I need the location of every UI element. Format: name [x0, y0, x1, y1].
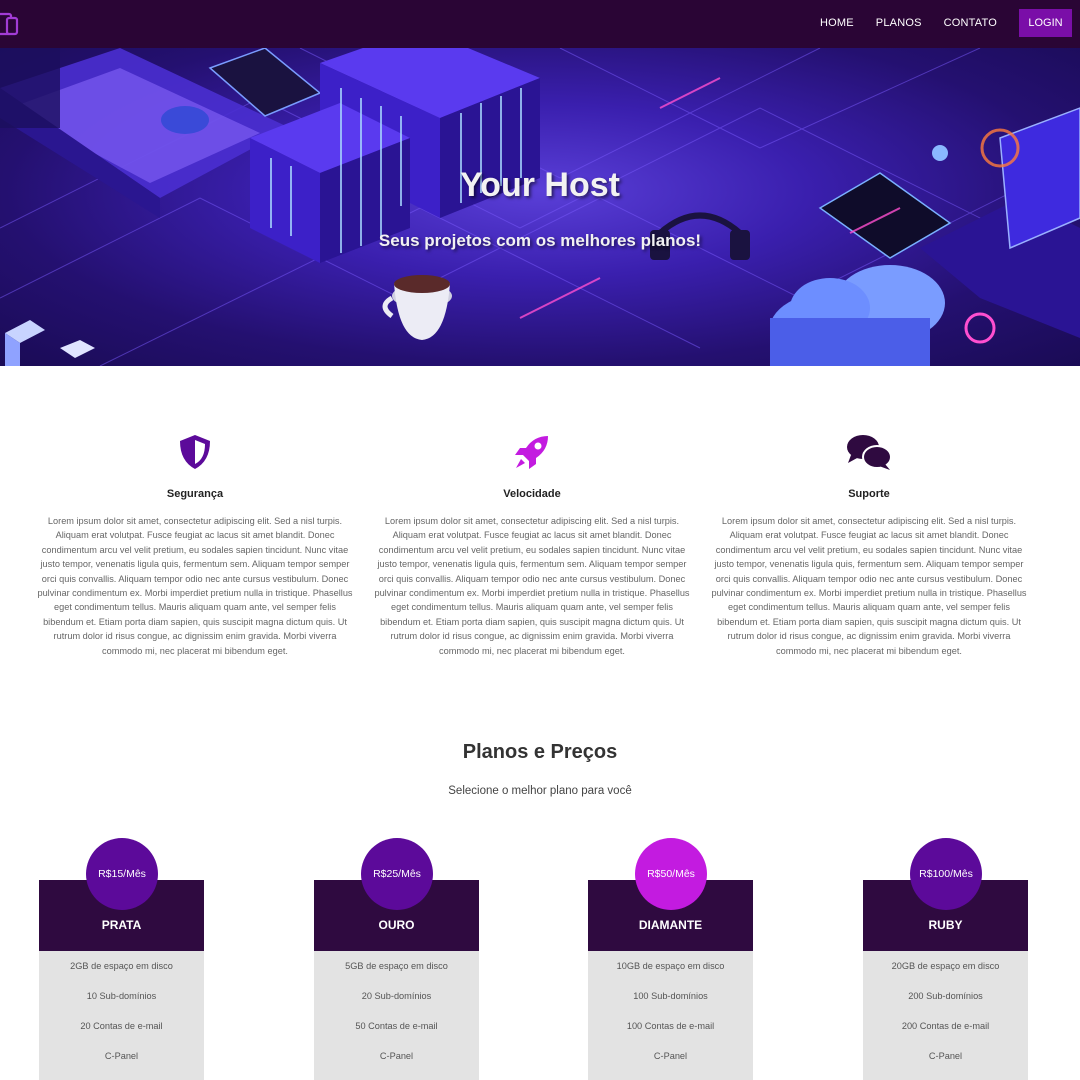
nav-link-contato[interactable]: CONTATO	[944, 17, 997, 29]
plans-subtitle: Selecione o melhor plano para você	[448, 785, 632, 797]
hero-illustration	[0, 48, 1080, 366]
cloud-illustration	[770, 265, 945, 366]
plan-feature: 20GB de espaço em disco	[891, 961, 1000, 971]
plan-price: R$25/Mês	[361, 838, 433, 910]
plan-name: RUBY	[928, 918, 963, 932]
feature-suporte: Suporte Lorem ipsum dolor sit amet, cons…	[711, 430, 1027, 658]
plan-feature: C-Panel	[104, 1051, 139, 1061]
hero-subtitle: Seus projetos com os melhores planos!	[378, 231, 702, 250]
hero-title: Your Host	[460, 166, 620, 204]
top-navbar: HOME PLANOS CONTATO LOGIN	[0, 0, 1080, 48]
feature-text: Lorem ipsum dolor sit amet, consectetur …	[711, 516, 1027, 656]
plan-feature: C-Panel	[928, 1051, 963, 1061]
rocket-icon	[374, 430, 690, 474]
plan-feature: 5GB de espaço em disco	[345, 961, 448, 971]
feature-text: Lorem ipsum dolor sit amet, consectetur …	[374, 516, 690, 656]
plan-feature: 100 Sub-domínios	[633, 991, 708, 1001]
plan-feature: C-Panel	[379, 1051, 414, 1061]
shield-icon	[37, 430, 353, 474]
login-button[interactable]: LOGIN	[1019, 9, 1072, 37]
plan-feature: 20 Sub-domínios	[361, 991, 432, 1001]
plan-name: OURO	[378, 918, 415, 932]
feature-velocidade: Velocidade Lorem ipsum dolor sit amet, c…	[374, 430, 690, 658]
plan-price: R$15/Mês	[86, 838, 158, 910]
hero-banner: Your Host Seus projetos com os melhores …	[0, 48, 1080, 366]
plan-price: R$50/Mês	[635, 838, 707, 910]
nav-link-planos[interactable]: PLANOS	[876, 17, 922, 29]
feature-seguranca: Segurança Lorem ipsum dolor sit amet, co…	[37, 430, 353, 658]
plan-price: R$100/Mês	[910, 838, 982, 910]
plan-features: 5GB de espaço em disco 20 Sub-domínios 5…	[314, 951, 479, 1080]
plans-title: Planos e Preços	[462, 741, 618, 763]
nav-links: HOME PLANOS CONTATO LOGIN	[820, 9, 1072, 37]
plan-feature: 10GB de espaço em disco	[616, 961, 725, 971]
plan-card-ruby[interactable]: R$100/Mês RUBY 20GB de espaço em disco 2…	[863, 838, 1028, 1080]
feature-title: Velocidade	[503, 488, 561, 500]
plan-name: DIAMANTE	[638, 918, 703, 932]
coffee-cup-illustration	[382, 275, 452, 340]
plan-feature: 200 Contas de e-mail	[901, 1021, 990, 1031]
chat-bubbles-icon	[711, 430, 1027, 474]
plan-card-diamante[interactable]: R$50/Mês DIAMANTE 10GB de espaço em disc…	[588, 838, 753, 1080]
plan-feature: 100 Contas de e-mail	[626, 1021, 715, 1031]
plan-features: 10GB de espaço em disco 100 Sub-domínios…	[588, 951, 753, 1080]
feature-text: Lorem ipsum dolor sit amet, consectetur …	[37, 516, 353, 656]
nav-link-home[interactable]: HOME	[820, 17, 854, 29]
plan-card-prata[interactable]: R$15/Mês PRATA 2GB de espaço em disco 10…	[39, 838, 204, 1080]
devices-icon[interactable]	[0, 11, 20, 37]
plan-feature: 200 Sub-domínios	[908, 991, 983, 1001]
feature-title: Segurança	[166, 488, 224, 500]
plan-features: 2GB de espaço em disco 10 Sub-domínios 2…	[39, 951, 204, 1080]
plan-card-ouro[interactable]: R$25/Mês OURO 5GB de espaço em disco 20 …	[314, 838, 479, 1080]
plan-feature: 50 Contas de e-mail	[355, 1021, 438, 1031]
plan-feature: 2GB de espaço em disco	[70, 961, 173, 971]
plan-features: 20GB de espaço em disco 200 Sub-domínios…	[863, 951, 1028, 1080]
plan-feature: 10 Sub-domínios	[86, 991, 157, 1001]
feature-title: Suporte	[848, 488, 890, 500]
plan-name: PRATA	[101, 918, 142, 932]
plan-feature: 20 Contas de e-mail	[80, 1021, 163, 1031]
plan-feature: C-Panel	[653, 1051, 688, 1061]
